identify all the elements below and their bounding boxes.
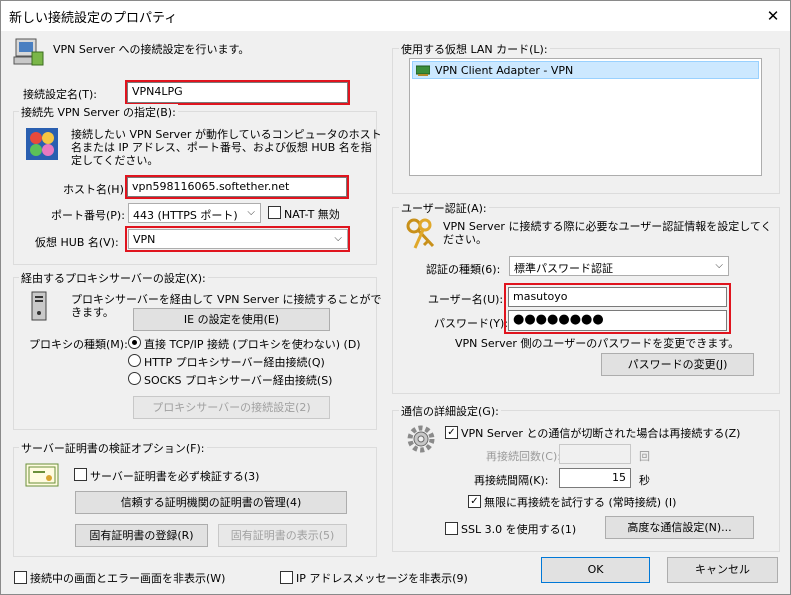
auth-description-1: VPN Server に接続する際に必要なユーザー認証情報を設定してく bbox=[443, 220, 772, 233]
lan-card-item-label: VPN Client Adapter - VPN bbox=[435, 64, 574, 77]
port-select[interactable]: 443 (HTTPS ポート) ⌵ bbox=[128, 203, 261, 223]
infinite-retry-checkbox[interactable]: ✓ bbox=[468, 495, 481, 508]
manage-ca-button[interactable]: 信頼する証明機関の証明書の管理(4) bbox=[75, 491, 347, 514]
proxy-settings-button[interactable]: プロキシサーバーの接続設定(2) bbox=[133, 396, 330, 419]
keys-icon bbox=[403, 216, 439, 252]
radio-http[interactable] bbox=[128, 354, 141, 367]
port-label: ポート番号(P): bbox=[51, 209, 125, 222]
lan-card-group-title: 使用する仮想 LAN カード(L): bbox=[399, 41, 550, 57]
radio-socks[interactable] bbox=[128, 372, 141, 385]
ssl3-label: SSL 3.0 を使用する(1) bbox=[461, 523, 577, 536]
window-title: 新しい接続設定のプロパティ bbox=[9, 11, 178, 26]
hide-status-checkbox[interactable] bbox=[14, 571, 27, 584]
hub-label: 仮想 HUB 名(V): bbox=[35, 236, 119, 249]
proxy-description-1: プロキシサーバーを経由して VPN Server に接続することがで bbox=[71, 293, 382, 306]
verify-cert-label: サーバー証明書を必ず検証する(3) bbox=[90, 470, 260, 483]
advanced-settings-button[interactable]: 高度な通信設定(N)... bbox=[605, 516, 754, 539]
natt-label: NAT-T 無効 bbox=[284, 208, 340, 221]
natt-checkbox[interactable] bbox=[268, 206, 281, 219]
connection-name-label: 接続設定名(T): bbox=[23, 88, 98, 101]
interval-unit: 秒 bbox=[639, 474, 650, 487]
password-label: パスワード(Y): bbox=[434, 317, 509, 330]
computer-settings-icon bbox=[12, 36, 44, 68]
auth-type-label: 認証の種類(6): bbox=[426, 263, 501, 276]
lan-card-list[interactable]: VPN Client Adapter - VPN bbox=[409, 58, 762, 176]
gear-icon bbox=[405, 423, 437, 455]
highlight-connection-name bbox=[125, 80, 350, 105]
interval-label: 再接続間隔(K): bbox=[474, 474, 549, 487]
highlight-host bbox=[125, 175, 349, 199]
interval-input[interactable]: 15 bbox=[559, 468, 631, 488]
proxy-group-title: 経由するプロキシサーバーの設定(X): bbox=[19, 270, 208, 286]
username-label: ユーザー名(U): bbox=[428, 293, 504, 306]
destination-group-title: 接続先 VPN Server の指定(B): bbox=[19, 104, 178, 120]
close-icon[interactable]: ✕ bbox=[756, 1, 790, 31]
reconnect-label: VPN Server との通信が切断された場合は再接続する(Z) bbox=[461, 427, 741, 440]
proxy-type-label: プロキシの種類(M): bbox=[29, 338, 128, 351]
list-item[interactable]: VPN Client Adapter - VPN bbox=[412, 61, 759, 79]
intro-text: VPN Server への接続設定を行います。 bbox=[53, 43, 250, 56]
hide-ip-checkbox[interactable] bbox=[280, 571, 293, 584]
chevron-down-icon: ⌵ bbox=[715, 260, 723, 271]
retry-count-label: 再接続回数(C): bbox=[486, 450, 561, 463]
highlight-credentials bbox=[504, 283, 731, 334]
auth-description-2: ださい。 bbox=[443, 233, 487, 246]
register-cert-button[interactable]: 固有証明書の登録(R) bbox=[75, 524, 208, 547]
network-adapter-icon bbox=[415, 65, 431, 76]
auth-type-select[interactable]: 標準パスワード認証 ⌵ bbox=[509, 256, 729, 276]
chevron-down-icon: ⌵ bbox=[247, 207, 255, 218]
properties-dialog: 新しい接続設定のプロパティ ✕ VPN Server への接続設定を行います。 … bbox=[0, 0, 791, 595]
show-cert-button[interactable]: 固有証明書の表示(5) bbox=[218, 524, 347, 547]
verify-cert-checkbox[interactable] bbox=[74, 468, 87, 481]
change-password-button[interactable]: パスワードの変更(J) bbox=[601, 353, 754, 376]
password-note: VPN Server 側のユーザーのパスワードを変更できます。 bbox=[455, 337, 740, 350]
advanced-group-title: 通信の詳細設定(G): bbox=[399, 403, 501, 419]
proxy-description-2: きます。 bbox=[71, 306, 114, 319]
retry-count-unit: 回 bbox=[639, 450, 650, 463]
ie-settings-button[interactable]: IE の設定を使用(E) bbox=[133, 308, 330, 331]
hide-ip-label: IP アドレスメッセージを非表示(9) bbox=[296, 572, 468, 585]
certificate-icon bbox=[25, 463, 59, 487]
retry-count-input[interactable] bbox=[559, 444, 631, 464]
reconnect-checkbox[interactable]: ✓ bbox=[445, 426, 458, 439]
ssl3-checkbox[interactable] bbox=[445, 522, 458, 535]
hide-status-label: 接続中の画面とエラー画面を非表示(W) bbox=[30, 572, 226, 585]
destination-description-3: 定してください。 bbox=[71, 154, 159, 167]
highlight-hub bbox=[125, 226, 350, 252]
radio-direct[interactable] bbox=[128, 336, 141, 349]
radio-http-label: HTTP プロキシサーバー経由接続(Q) bbox=[144, 356, 325, 369]
auth-type-value: 標準パスワード認証 bbox=[514, 262, 613, 275]
title-bar: 新しい接続設定のプロパティ ✕ bbox=[1, 1, 790, 31]
radio-direct-label: 直接 TCP/IP 接続 (プロキシを使わない) (D) bbox=[144, 338, 361, 351]
host-label: ホスト名(H): bbox=[63, 183, 128, 196]
auth-group-title: ユーザー認証(A): bbox=[399, 200, 489, 216]
port-select-value: 443 (HTTPS ポート) bbox=[133, 209, 238, 222]
radio-socks-label: SOCKS プロキシサーバー経由接続(S) bbox=[144, 374, 333, 387]
cancel-button[interactable]: キャンセル bbox=[667, 557, 778, 583]
server-tower-icon bbox=[29, 291, 49, 321]
network-servers-icon bbox=[25, 127, 59, 161]
infinite-retry-label: 無限に再接続を試行する (常時接続) (I) bbox=[484, 496, 677, 509]
cert-group-title: サーバー証明書の検証オプション(F): bbox=[19, 440, 207, 456]
ok-button[interactable]: OK bbox=[541, 557, 650, 583]
